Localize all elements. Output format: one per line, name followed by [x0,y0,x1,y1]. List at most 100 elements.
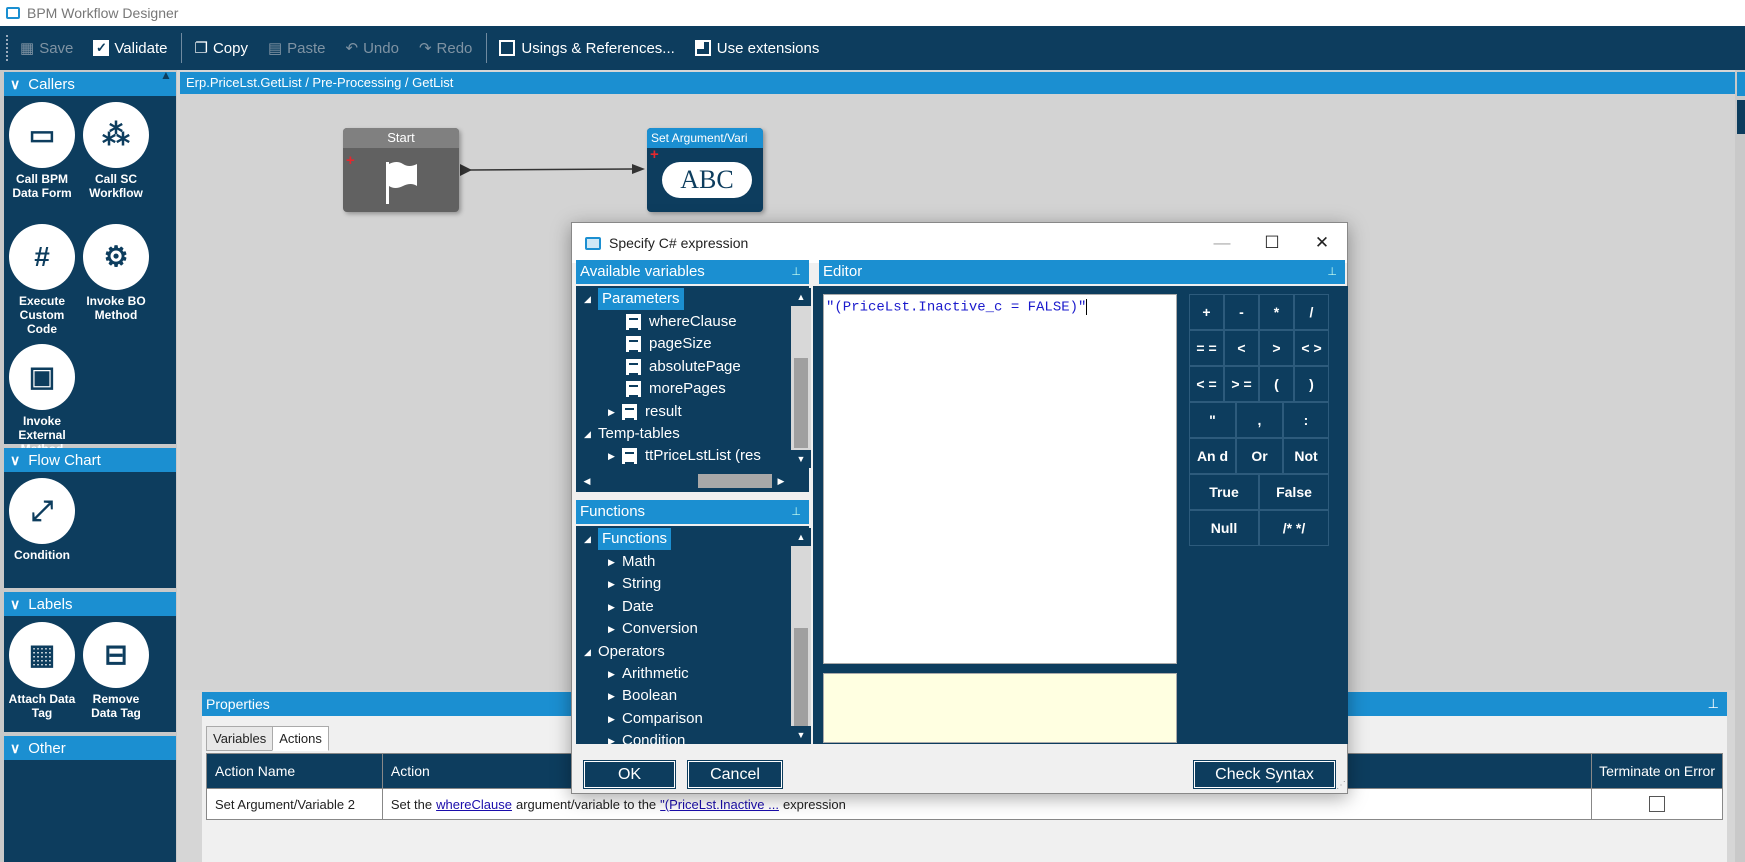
divide-key[interactable]: / [1294,294,1329,330]
tree-node-parameters[interactable]: ◢ Parameters [584,288,684,310]
flag-icon [386,162,417,204]
less-equal-key[interactable]: < = [1189,366,1224,402]
pin-icon[interactable]: ⊥ [791,260,801,284]
colon-key[interactable]: : [1283,402,1329,438]
less-than-key[interactable]: < [1224,330,1259,366]
variables-tree: ◢ Parameters whereClause pageSize absolut… [576,286,809,492]
collapsed-triangle-icon[interactable]: ▶ [608,730,622,744]
tab-variables[interactable]: Variables [206,726,274,751]
set-argument-node[interactable]: Set Argument/Vari + ABC [647,128,763,212]
variables-vertical-scrollbar[interactable]: ▲ ▼ [791,288,811,468]
terminate-on-error-checkbox[interactable] [1649,796,1666,812]
check-syntax-button[interactable]: Check Syntax [1193,760,1336,789]
scroll-up-icon[interactable]: ▲ [791,528,811,546]
tree-node-temp-tables[interactable]: ◢ Temp-tables [584,423,680,445]
plus-icon[interactable]: + [346,152,355,169]
multiply-key[interactable]: * [1259,294,1294,330]
whereclause-link[interactable]: whereClause [436,797,512,812]
minimize-icon[interactable]: — [1197,223,1247,263]
functions-vertical-scrollbar[interactable]: ▲ ▼ [791,528,811,744]
tree-node-date[interactable]: ▶ Date [608,596,654,618]
scroll-right-icon[interactable]: ▶ [772,472,790,490]
collapsed-triangle-icon[interactable]: ▶ [608,708,622,730]
equals-key[interactable]: = = [1189,330,1224,366]
collapsed-triangle-icon[interactable]: ▶ [608,401,622,423]
set-argument-node-label: Set Argument/Vari [647,128,763,148]
maximize-icon[interactable]: ☐ [1247,223,1297,263]
minus-key[interactable]: - [1224,294,1259,330]
column-action-name[interactable]: Action Name [207,754,383,788]
expanded-triangle-icon[interactable]: ◢ [584,288,598,310]
left-paren-key[interactable]: ( [1259,366,1294,402]
tree-node-operators[interactable]: ◢ Operators [584,641,665,663]
collapsed-triangle-icon[interactable]: ▶ [608,445,622,467]
scroll-left-icon[interactable]: ◀ [578,472,596,490]
scroll-down-icon[interactable]: ▼ [791,726,811,744]
expanded-triangle-icon[interactable]: ◢ [584,528,598,550]
tab-actions[interactable]: Actions [272,726,329,751]
tree-node-whereclause[interactable]: whereClause [626,311,737,333]
abc-icon: ABC [662,162,752,198]
right-paren-key[interactable]: ) [1294,366,1329,402]
collapsed-triangle-icon[interactable]: ▶ [608,663,622,685]
tree-node-absolutepage[interactable]: absolutePage [626,356,741,378]
comma-key[interactable]: , [1236,402,1283,438]
column-terminate-on-error[interactable]: Terminate on Error [1592,754,1722,788]
text-cursor [1086,299,1088,315]
tree-node-condition[interactable]: ▶ Condition [608,730,685,744]
action-name-cell: Set Argument/Variable 2 [207,789,383,819]
comment-key[interactable]: /* */ [1259,510,1329,546]
scroll-up-icon[interactable]: ▲ [791,288,811,306]
tree-node-result[interactable]: ▶ result [608,401,682,423]
pin-icon[interactable]: ⊥ [1708,692,1719,716]
terminate-cell [1592,789,1722,819]
close-icon[interactable]: ✕ [1297,223,1347,263]
pin-icon[interactable]: ⊥ [1327,260,1337,284]
tree-node-functions[interactable]: ◢ Functions [584,528,672,550]
expanded-triangle-icon[interactable]: ◢ [584,641,598,663]
functions-tree: ◢ Functions ▶ Math ▶ String ▶ Date ▶ Conversi… [576,526,809,744]
tree-node-morepages[interactable]: morePages [626,378,726,400]
cancel-button[interactable]: Cancel [687,760,783,789]
tree-node-arithmetic[interactable]: ▶ Arithmetic [608,663,689,685]
expanded-triangle-icon[interactable]: ◢ [584,423,598,445]
or-key[interactable]: Or [1236,438,1283,474]
expression-editor[interactable]: "(PriceLst.Inactive_c = FALSE)" [823,294,1177,664]
collapsed-triangle-icon[interactable]: ▶ [608,551,622,573]
expression-link[interactable]: "(PriceLst.Inactive ... [660,797,779,812]
greater-equal-key[interactable]: > = [1224,366,1259,402]
and-key[interactable]: An d [1189,438,1236,474]
true-key[interactable]: True [1189,474,1259,510]
start-node[interactable]: Start + [343,128,459,212]
available-variables-header: Available variables ⊥ [576,260,809,284]
false-key[interactable]: False [1259,474,1329,510]
dialog-title: Specify C# expression [609,235,749,251]
variables-horizontal-scrollbar[interactable]: ◀ ▶ [578,472,790,490]
tree-node-boolean[interactable]: ▶ Boolean [608,685,677,707]
ok-button[interactable]: OK [583,760,676,789]
variable-icon [626,314,641,330]
plus-key[interactable]: + [1189,294,1224,330]
greater-than-key[interactable]: > [1259,330,1294,366]
collapsed-triangle-icon[interactable]: ▶ [608,618,622,640]
plus-icon[interactable]: + [650,146,659,163]
null-key[interactable]: Null [1189,510,1259,546]
scroll-down-icon[interactable]: ▼ [791,450,811,468]
tree-node-comparison[interactable]: ▶ Comparison [608,708,703,730]
tree-node-string[interactable]: ▶ String [608,573,661,595]
collapsed-triangle-icon[interactable]: ▶ [608,596,622,618]
variable-icon [626,381,641,397]
collapsed-triangle-icon[interactable]: ▶ [608,573,622,595]
tree-node-pagesize[interactable]: pageSize [626,333,712,355]
pin-icon[interactable]: ⊥ [791,500,801,524]
quote-key[interactable]: " [1189,402,1236,438]
tree-node-math[interactable]: ▶ Math [608,551,655,573]
tree-node-ttpricelstlist[interactable]: ▶ ttPriceLstList (res [608,445,761,467]
not-key[interactable]: Not [1283,438,1329,474]
resize-grip-icon[interactable]: ⋰ [1336,780,1346,791]
collapsed-triangle-icon[interactable]: ▶ [608,685,622,707]
tree-node-conversion[interactable]: ▶ Conversion [608,618,698,640]
variable-icon [626,336,641,352]
not-equal-key[interactable]: < > [1294,330,1329,366]
functions-header: Functions ⊥ [576,500,809,524]
